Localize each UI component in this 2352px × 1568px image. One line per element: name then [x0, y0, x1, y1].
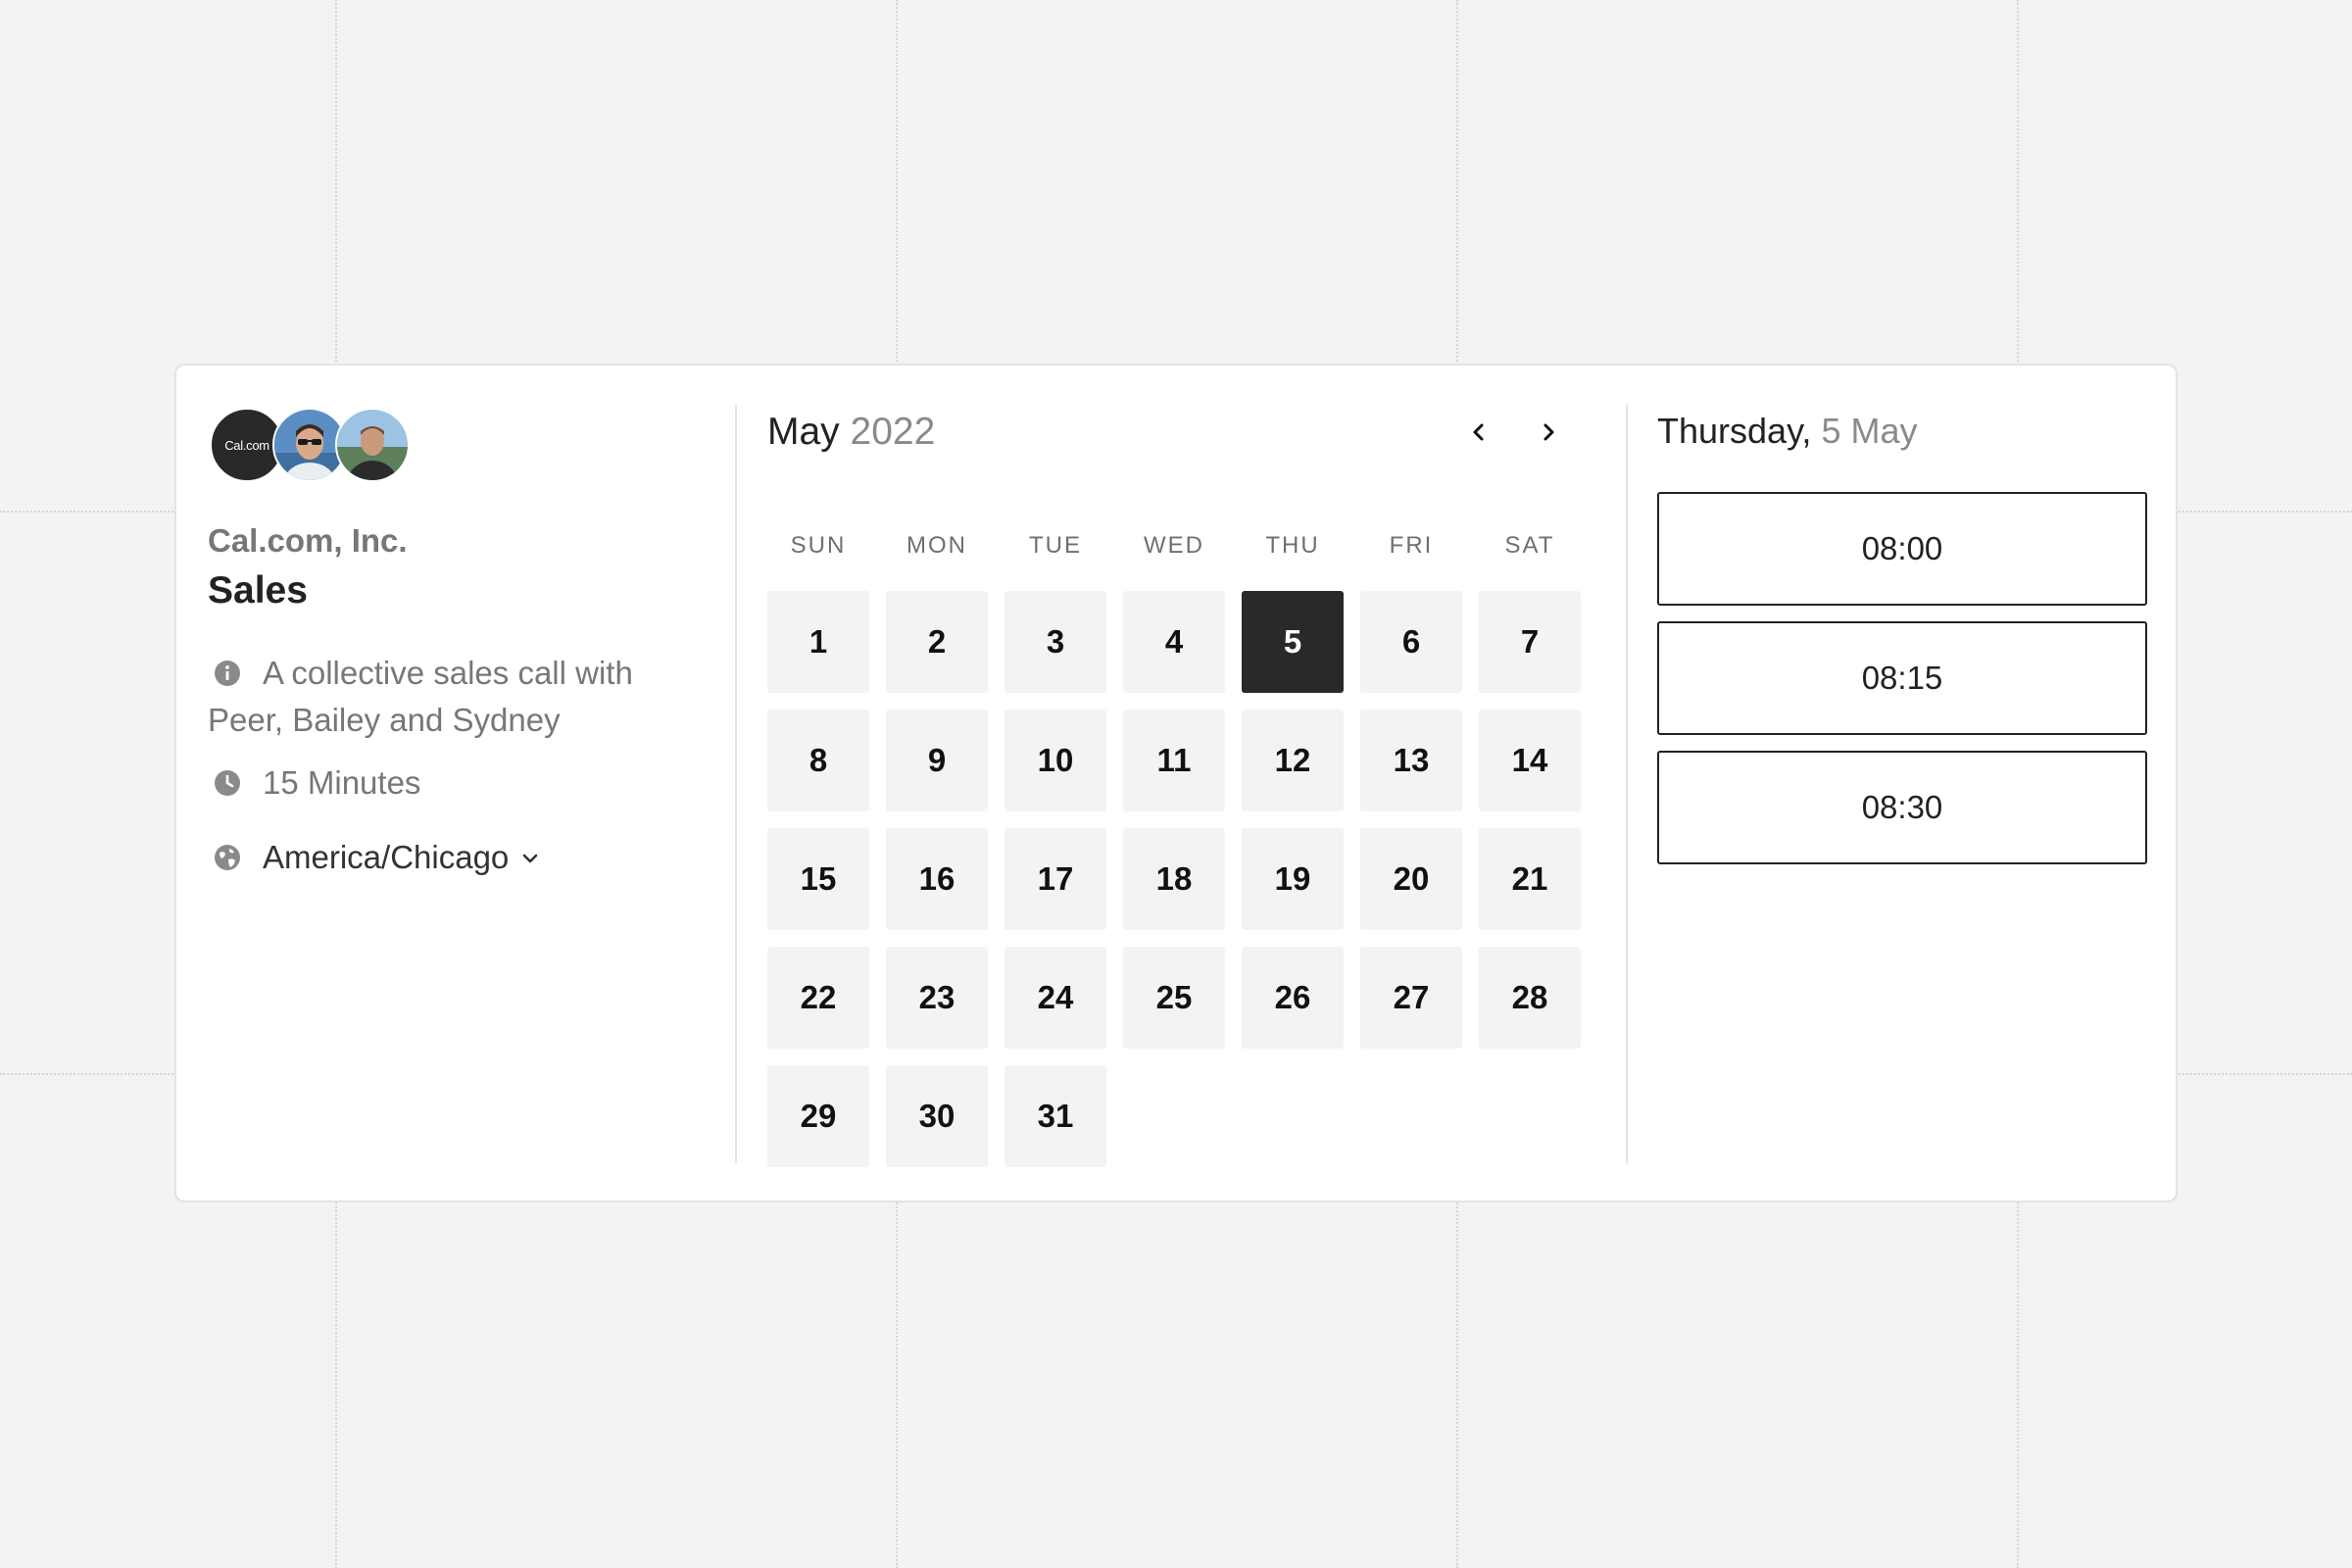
- weekday-label: SAT: [1504, 532, 1555, 559]
- event-title: Sales: [208, 569, 308, 612]
- calendar-day[interactable]: 30: [886, 1065, 988, 1167]
- calendar-day[interactable]: 18: [1123, 828, 1225, 930]
- prev-month-button[interactable]: [1451, 405, 1506, 460]
- calendar-day[interactable]: 4: [1123, 591, 1225, 693]
- calendar-day[interactable]: 26: [1242, 947, 1344, 1049]
- weekday-label: MON: [906, 532, 967, 559]
- calendar-day[interactable]: 1: [767, 591, 869, 693]
- calendar-day[interactable]: 13: [1360, 710, 1462, 811]
- calendar-day[interactable]: 14: [1479, 710, 1581, 811]
- calendar-day[interactable]: 7: [1479, 591, 1581, 693]
- time-slot-button[interactable]: 08:00: [1657, 492, 2147, 606]
- next-month-button[interactable]: [1521, 405, 1576, 460]
- calendar-day[interactable]: 20: [1360, 828, 1462, 930]
- event-duration: 15 Minutes: [208, 760, 668, 807]
- month-title: May 2022: [767, 411, 935, 454]
- clock-icon: [215, 770, 240, 796]
- calendar-day[interactable]: 21: [1479, 828, 1581, 930]
- calendar-day[interactable]: 10: [1004, 710, 1106, 811]
- booking-card: Cal.com Cal.com, Inc. Sales A collective…: [174, 364, 2178, 1202]
- timezone-value: America/Chicago: [263, 839, 510, 875]
- weekday-label: WED: [1144, 532, 1204, 559]
- weekday-label: THU: [1265, 532, 1320, 559]
- year: 2022: [850, 411, 936, 453]
- calendar-day[interactable]: 9: [886, 710, 988, 811]
- calendar-day[interactable]: 11: [1123, 710, 1225, 811]
- weekday-label: SUN: [790, 532, 847, 559]
- selected-date-heading: Thursday, 5 May: [1657, 411, 1918, 451]
- month-name: May: [767, 411, 840, 453]
- calendar-day[interactable]: 5: [1242, 591, 1344, 693]
- calendar-day[interactable]: 31: [1004, 1065, 1106, 1167]
- panel-divider: [735, 405, 737, 1163]
- host-avatar: [335, 408, 410, 482]
- calendar-day[interactable]: 16: [886, 828, 988, 930]
- calendar-day[interactable]: 17: [1004, 828, 1106, 930]
- calendar-day[interactable]: 12: [1242, 710, 1344, 811]
- calendar-day[interactable]: 6: [1360, 591, 1462, 693]
- info-icon: [215, 661, 240, 686]
- weekday-label: FRI: [1389, 532, 1434, 559]
- calendar-day[interactable]: 19: [1242, 828, 1344, 930]
- calendar-day[interactable]: 27: [1360, 947, 1462, 1049]
- duration-text: 15 Minutes: [263, 764, 421, 801]
- calendar-day[interactable]: 23: [886, 947, 988, 1049]
- description-text: A collective sales call with Peer, Baile…: [208, 655, 633, 738]
- globe-icon: [215, 845, 240, 870]
- calendar-day[interactable]: 22: [767, 947, 869, 1049]
- calendar-day[interactable]: 28: [1479, 947, 1581, 1049]
- chevron-down-icon: [522, 854, 538, 863]
- chevron-right-icon: [1544, 423, 1554, 441]
- day-grid: 1 2 3 4 5 6 7 8 9 10 11 12 13 14 15 16 17 18 19 20 21 22 23 24 2…: [767, 591, 1581, 1169]
- weekday-header: SUN MON TUE WED THU FRI SAT: [767, 532, 1581, 562]
- selected-date: 5 May: [1821, 411, 1918, 451]
- calendar-day[interactable]: 2: [886, 591, 988, 693]
- event-description: A collective sales call with Peer, Baile…: [208, 650, 668, 744]
- panel-divider: [1626, 405, 1628, 1163]
- calendar-day[interactable]: 25: [1123, 947, 1225, 1049]
- weekday-label: TUE: [1029, 532, 1082, 559]
- chevron-left-icon: [1473, 423, 1484, 441]
- calendar-day[interactable]: 8: [767, 710, 869, 811]
- timezone-select[interactable]: America/Chicago: [208, 834, 540, 881]
- calendar-day[interactable]: 15: [767, 828, 869, 930]
- time-slot-button[interactable]: 08:30: [1657, 751, 2147, 864]
- company-logo-text: Cal.com: [224, 437, 270, 453]
- calendar-day[interactable]: 3: [1004, 591, 1106, 693]
- selected-weekday: Thursday: [1657, 411, 1802, 451]
- organization-name: Cal.com, Inc.: [208, 522, 408, 559]
- calendar-day[interactable]: 24: [1004, 947, 1106, 1049]
- calendar-day[interactable]: 29: [767, 1065, 869, 1167]
- time-slot-button[interactable]: 08:15: [1657, 621, 2147, 735]
